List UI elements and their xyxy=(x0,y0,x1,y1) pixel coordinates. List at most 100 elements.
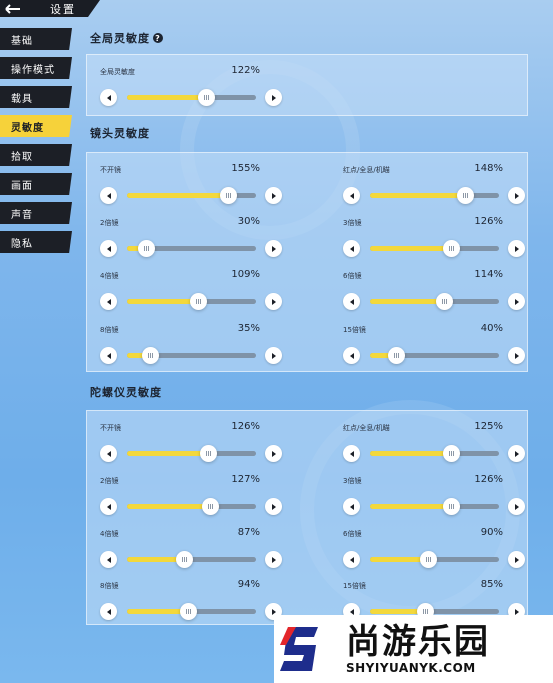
sensitivity-slider-row: 全局灵敏度 122% xyxy=(100,65,282,111)
increase-button[interactable] xyxy=(265,240,282,257)
increase-button[interactable] xyxy=(265,445,282,462)
sidebar-item-vehicle[interactable]: 载具 xyxy=(0,86,72,108)
decrease-button[interactable] xyxy=(100,603,117,620)
slider-thumb[interactable] xyxy=(138,240,156,257)
decrease-button[interactable] xyxy=(343,293,360,310)
slider-track[interactable] xyxy=(370,347,499,364)
decrease-button[interactable] xyxy=(100,293,117,310)
slider-track[interactable] xyxy=(370,551,499,568)
increase-button[interactable] xyxy=(265,347,282,364)
slider-thumb[interactable] xyxy=(443,445,461,462)
decrease-button[interactable] xyxy=(100,187,117,204)
increase-button[interactable] xyxy=(508,347,525,364)
slider-thumb[interactable] xyxy=(200,445,218,462)
slider-thumb[interactable] xyxy=(201,498,219,515)
slider-label: 15倍镜 xyxy=(343,582,366,590)
slider-track[interactable] xyxy=(127,89,256,106)
slider-track[interactable] xyxy=(127,293,256,310)
slider-thumb[interactable] xyxy=(179,603,197,620)
decrease-button[interactable] xyxy=(343,498,360,515)
increase-button[interactable] xyxy=(508,498,525,515)
sidebar-item-label: 载具 xyxy=(11,93,33,105)
back-button[interactable] xyxy=(0,0,26,17)
increase-button[interactable] xyxy=(508,293,525,310)
slider-track[interactable] xyxy=(370,603,499,620)
chevron-left-icon xyxy=(106,556,111,563)
sidebar-item-sensitivity[interactable]: 灵敏度 xyxy=(0,115,72,137)
sidebar-item-control-mode[interactable]: 操作模式 xyxy=(0,57,72,79)
increase-button[interactable] xyxy=(265,293,282,310)
slider-thumb[interactable] xyxy=(142,347,160,364)
slider-thumb[interactable] xyxy=(457,187,475,204)
sidebar-item-graphics[interactable]: 画面 xyxy=(0,173,72,195)
slider-fill xyxy=(127,504,210,509)
slider-thumb[interactable] xyxy=(175,551,193,568)
sidebar-item-sound[interactable]: 声音 xyxy=(0,202,72,224)
increase-button[interactable] xyxy=(265,551,282,568)
decrease-button[interactable] xyxy=(100,498,117,515)
slider-track[interactable] xyxy=(370,187,499,204)
sidebar-item-label: 拾取 xyxy=(11,151,33,163)
decrease-button[interactable] xyxy=(100,89,117,106)
slider-track[interactable] xyxy=(370,293,499,310)
sidebar-item-pickup[interactable]: 拾取 xyxy=(0,144,72,166)
slider-thumb[interactable] xyxy=(435,293,453,310)
increase-button[interactable] xyxy=(508,240,525,257)
sidebar-item-privacy[interactable]: 隐私 xyxy=(0,231,72,253)
slider-track[interactable] xyxy=(370,445,499,462)
chevron-left-icon xyxy=(349,352,354,359)
decrease-button[interactable] xyxy=(343,551,360,568)
section-title-text: 全局灵敏度 xyxy=(90,32,150,45)
slider-thumb[interactable] xyxy=(219,187,237,204)
slider-value: 109% xyxy=(231,269,260,280)
increase-button[interactable] xyxy=(508,551,525,568)
decrease-button[interactable] xyxy=(343,445,360,462)
slider-track[interactable] xyxy=(370,498,499,515)
slider-track[interactable] xyxy=(127,240,256,257)
increase-button[interactable] xyxy=(265,187,282,204)
watermark-text: 尚游乐园 xyxy=(346,622,490,662)
slider-label: 3倍镜 xyxy=(343,219,362,227)
increase-button[interactable] xyxy=(265,89,282,106)
grip-icon xyxy=(148,353,154,358)
decrease-button[interactable] xyxy=(343,187,360,204)
chevron-right-icon xyxy=(272,94,276,101)
slider-label: 3倍镜 xyxy=(343,477,362,485)
increase-button[interactable] xyxy=(265,498,282,515)
watermark-logo-icon xyxy=(274,615,346,683)
decrease-button[interactable] xyxy=(100,240,117,257)
slider-track[interactable] xyxy=(127,603,256,620)
slider-track[interactable] xyxy=(127,551,256,568)
increase-button[interactable] xyxy=(508,187,525,204)
slider-track[interactable] xyxy=(127,347,256,364)
slider-thumb[interactable] xyxy=(189,293,207,310)
decrease-button[interactable] xyxy=(100,551,117,568)
slider-fill xyxy=(370,504,452,509)
sensitivity-slider-row: 4倍镜 87% xyxy=(100,527,282,573)
decrease-button[interactable] xyxy=(343,240,360,257)
chevron-right-icon xyxy=(272,298,276,305)
slider-track[interactable] xyxy=(370,240,499,257)
decrease-button[interactable] xyxy=(100,445,117,462)
slider-thumb[interactable] xyxy=(420,551,438,568)
chevron-right-icon xyxy=(515,503,519,510)
slider-track[interactable] xyxy=(127,498,256,515)
slider-fill xyxy=(370,451,452,456)
slider-track[interactable] xyxy=(127,445,256,462)
help-icon[interactable]: ? xyxy=(153,33,163,43)
slider-label: 4倍镜 xyxy=(100,272,119,280)
slider-track[interactable] xyxy=(127,187,256,204)
slider-value: 127% xyxy=(231,474,260,485)
slider-thumb[interactable] xyxy=(443,498,461,515)
sidebar-item-basic[interactable]: 基础 xyxy=(0,28,72,50)
increase-button[interactable] xyxy=(508,445,525,462)
slider-thumb[interactable] xyxy=(387,347,405,364)
chevron-left-icon xyxy=(349,298,354,305)
watermark-url: SHYIYUANYK.COM xyxy=(346,661,476,675)
sidebar-item-label: 基础 xyxy=(11,35,33,47)
slider-fill xyxy=(370,246,452,251)
slider-thumb[interactable] xyxy=(197,89,215,106)
decrease-button[interactable] xyxy=(343,347,360,364)
decrease-button[interactable] xyxy=(100,347,117,364)
slider-thumb[interactable] xyxy=(443,240,461,257)
